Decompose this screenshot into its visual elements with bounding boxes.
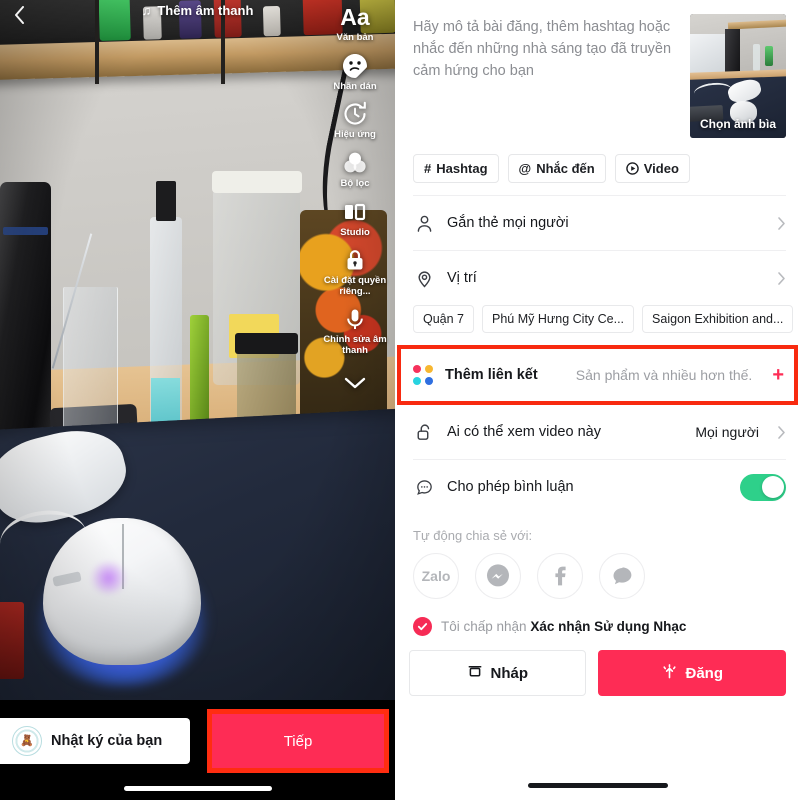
auto-share-row: Zalo	[395, 543, 800, 599]
tool-text-label: Văn bản	[336, 32, 374, 43]
cover-label: Chọn ảnh bìa	[700, 117, 776, 131]
facebook-icon[interactable]	[537, 553, 583, 599]
diary-button[interactable]: 🧸 Nhật ký của bạn	[0, 718, 190, 764]
video-play-icon	[625, 162, 639, 175]
tool-text[interactable]: Aa Văn bản	[319, 2, 391, 44]
caption-input[interactable]: Hãy mô tả bài đăng, thêm hashtag hoặc nh…	[413, 14, 680, 138]
tool-edit-audio-label: Chỉnh sửa âm thanh	[323, 334, 387, 356]
post-form-panel: Hãy mô tả bài đăng, thêm hashtag hoặc nh…	[395, 0, 800, 800]
quick-insert-row: # Hashtag @ Nhắc đến Video	[395, 138, 800, 195]
hashtag-label: Hashtag	[436, 161, 488, 176]
location-chip[interactable]: Quận 7	[413, 305, 475, 333]
tool-effects[interactable]: Hiệu ứng	[319, 99, 391, 141]
consent-prefix: Tôi chấp nhận	[441, 619, 527, 634]
tool-sticker-label: Nhãn dán	[333, 80, 377, 92]
consent-link[interactable]: Xác nhận Sử dụng Nhạc	[530, 619, 686, 634]
post-label: Đăng	[685, 664, 724, 682]
chevron-right-icon	[777, 216, 786, 231]
sticker-icon	[340, 51, 370, 81]
comments-row[interactable]: Cho phép bình luận	[395, 460, 800, 514]
privacy-label: Ai có thể xem video này	[447, 424, 601, 440]
mention-icon: @	[518, 161, 532, 176]
video-editor-panel: ♫ Thêm âm thanh Aa Văn bản Nhãn dán Hiệu…	[0, 0, 395, 800]
location-label: Vị trí	[447, 270, 477, 286]
tag-people-label: Gắn thẻ mọi người	[447, 215, 569, 231]
messenger-icon[interactable]	[475, 553, 521, 599]
lock-icon	[340, 245, 370, 275]
home-indicator-left	[123, 786, 272, 791]
next-button-label: Tiếp	[283, 732, 313, 750]
chevron-right-icon	[777, 425, 786, 440]
studio-icon	[340, 197, 370, 227]
draft-box-icon	[467, 663, 483, 683]
add-link-label: Thêm liên kết	[445, 367, 538, 383]
draft-label: Nháp	[490, 664, 529, 682]
editor-tool-rail: Aa Văn bản Nhãn dán Hiệu ứng Bộ lọc Stud…	[319, 0, 391, 396]
add-link-sublabel: Sản phẩm và nhiều hơn thế.	[575, 367, 753, 383]
tag-people-row[interactable]: Gắn thẻ mọi người	[395, 196, 800, 250]
tool-studio-label: Studio	[340, 226, 370, 238]
add-sound-button[interactable]: ♫ Thêm âm thanh	[142, 3, 254, 18]
filter-icon	[340, 148, 370, 178]
location-chip[interactable]: Saigon Exhibition and...	[642, 305, 794, 333]
location-pin-icon	[413, 267, 435, 289]
chat-bubble-icon[interactable]	[599, 553, 645, 599]
comments-label: Cho phép bình luận	[447, 479, 574, 495]
microphone-edit-icon	[340, 304, 370, 334]
hashtag-icon: #	[424, 161, 432, 176]
diary-label: Nhật ký của bạn	[51, 733, 163, 749]
action-buttons: Nháp Đăng	[395, 636, 800, 696]
video-button[interactable]: Video	[614, 154, 690, 183]
draft-button[interactable]: Nháp	[409, 650, 586, 696]
back-chevron-icon[interactable]	[8, 4, 30, 26]
post-button[interactable]: Đăng	[597, 650, 786, 696]
location-chip[interactable]: Phú Mỹ Hưng City Ce...	[482, 305, 635, 333]
privacy-value: Mọi người	[695, 424, 759, 440]
tool-effects-label: Hiệu ứng	[334, 129, 376, 141]
location-row[interactable]: Vị trí	[395, 251, 800, 305]
tool-privacy-label: Cài đặt quyền riêng...	[323, 275, 387, 297]
app-screen: ♫ Thêm âm thanh Aa Văn bản Nhãn dán Hiệu…	[0, 0, 800, 800]
consent-text: Tôi chấp nhận Xác nhận Sử dụng Nhạc	[441, 619, 686, 634]
next-button[interactable]: Tiếp	[212, 714, 384, 768]
add-link-highlight: Thêm liên kết Sản phẩm và nhiều hơn thế.…	[397, 345, 798, 405]
auto-share-title: Tự động chia sẻ với:	[413, 528, 533, 543]
tool-privacy-settings[interactable]: Cài đặt quyền riêng...	[319, 245, 391, 297]
chevron-down-icon[interactable]	[340, 370, 370, 396]
effects-icon	[340, 99, 370, 129]
add-sound-label: Thêm âm thanh	[157, 3, 254, 18]
location-suggestions: Quận 7 Phú Mỹ Hưng City Ce... Saigon Exh…	[395, 305, 800, 343]
music-consent-row: Tôi chấp nhận Xác nhận Sử dụng Nhạc	[395, 599, 800, 636]
home-indicator-right	[527, 783, 668, 788]
add-link-plus-icon[interactable]: +	[772, 365, 784, 385]
person-icon	[413, 212, 435, 234]
tool-sticker[interactable]: Nhãn dán	[319, 51, 391, 93]
music-note-icon: ♫	[141, 3, 152, 18]
next-button-highlight: Tiếp	[207, 709, 389, 773]
editor-bottom-bar: 🧸 Nhật ký của bạn Tiếp	[0, 700, 395, 800]
unlock-icon	[413, 421, 435, 443]
consent-checkbox[interactable]	[413, 617, 432, 636]
privacy-row[interactable]: Ai có thể xem video này Mọi người	[395, 405, 800, 459]
four-dots-icon	[413, 365, 433, 385]
tool-filter[interactable]: Bộ lọc	[319, 148, 391, 190]
comments-toggle[interactable]	[740, 473, 786, 501]
post-upload-icon	[661, 663, 678, 684]
hashtag-button[interactable]: # Hashtag	[413, 154, 499, 183]
tool-filter-label: Bộ lọc	[340, 177, 370, 189]
video-label: Video	[643, 161, 679, 176]
comment-bubble-icon	[413, 476, 435, 498]
caption-section: Hãy mô tả bài đăng, thêm hashtag hoặc nh…	[395, 0, 800, 138]
mention-label: Nhắc đến	[536, 161, 595, 176]
zalo-icon[interactable]: Zalo	[413, 553, 459, 599]
mention-button[interactable]: @ Nhắc đến	[507, 154, 606, 183]
tool-edit-audio[interactable]: Chỉnh sửa âm thanh	[319, 304, 391, 356]
avatar-icon: 🧸	[12, 726, 42, 756]
cover-thumbnail[interactable]: Chọn ảnh bìa	[690, 14, 786, 138]
chevron-right-icon	[777, 271, 786, 286]
text-aa-icon: Aa	[340, 3, 370, 30]
tool-studio[interactable]: Studio	[319, 197, 391, 239]
add-link-row[interactable]: Thêm liên kết Sản phẩm và nhiều hơn thế.…	[401, 349, 794, 401]
